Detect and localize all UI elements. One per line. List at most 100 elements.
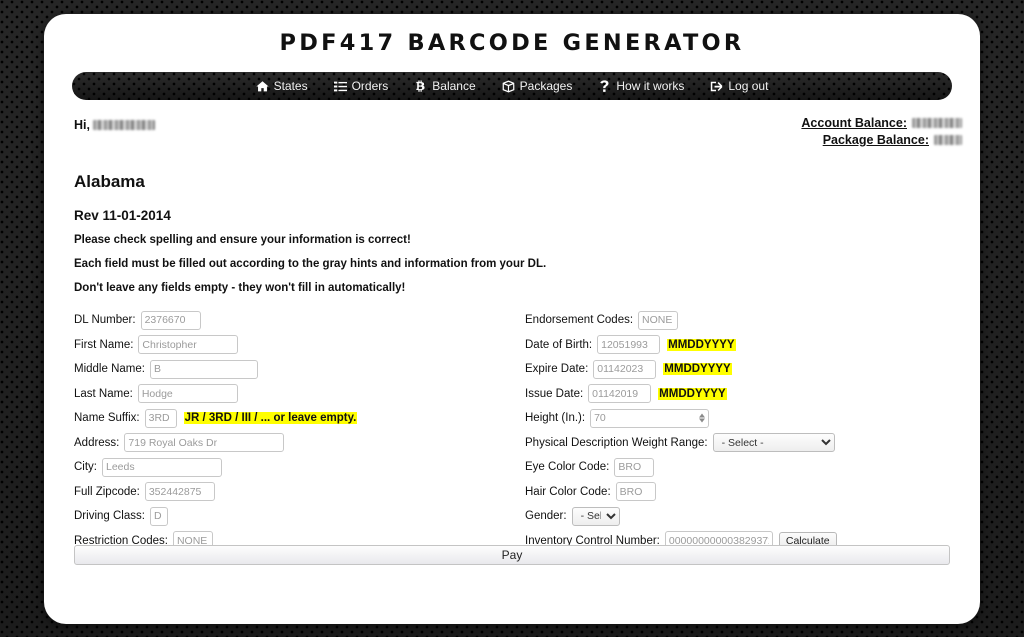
field-city: City:	[74, 455, 514, 479]
field-middle-name: Middle Name:	[74, 357, 514, 381]
nav-item-states-label: States	[273, 79, 308, 93]
greeting-text: Hi,	[74, 118, 90, 132]
full-zipcode-input[interactable]	[144, 482, 215, 501]
nav-item-log-out[interactable]: Log out	[710, 79, 768, 93]
height-input[interactable]	[590, 408, 710, 428]
field-weight-range: Physical Description Weight Range: - Sel…	[525, 431, 965, 455]
stepper-down-icon[interactable]	[699, 418, 706, 423]
driving-class-input[interactable]	[149, 506, 168, 526]
field-gender-label: Gender:	[525, 510, 567, 522]
field-first-name-label: First Name:	[74, 338, 134, 351]
field-dl-number-label: DL Number:	[74, 314, 136, 326]
gender-select[interactable]: - Select -	[571, 506, 620, 526]
field-dl-number: DL Number:	[74, 308, 514, 332]
package-balance-row[interactable]: Package Balance:	[801, 133, 962, 147]
middle-name-input[interactable]	[149, 359, 258, 379]
height-stepper[interactable]	[699, 413, 706, 423]
eye-color-code-input[interactable]	[614, 457, 655, 477]
nav-item-log-out-label: Log out	[728, 79, 769, 93]
first-name-input[interactable]	[138, 335, 239, 354]
nav-item-orders-label: Orders	[351, 79, 389, 93]
weight-range-select[interactable]: - Select -	[712, 433, 835, 452]
main-navigation: States Orders Balance Packages How it wo	[72, 72, 952, 100]
date-of-birth-hint: MMDDYYYY	[667, 338, 736, 351]
field-eye-color-code: Eye Color Code:	[525, 455, 965, 479]
notice-check-spelling: Please check spelling and ensure your in…	[74, 234, 411, 246]
home-icon	[255, 80, 269, 93]
dl-number-input[interactable]	[140, 310, 201, 330]
field-eye-color-code-label: Eye Color Code:	[525, 461, 610, 473]
expire-date-input[interactable]	[593, 359, 657, 379]
last-name-input[interactable]	[137, 384, 238, 403]
page-title: PDF417 BARCODE GENERATOR	[279, 31, 745, 56]
field-date-of-birth-label: Date of Birth:	[525, 338, 593, 351]
nav-item-orders[interactable]: Orders	[333, 79, 389, 93]
address-input[interactable]	[124, 433, 285, 452]
nav-item-packages-label: Packages	[519, 79, 573, 93]
box-icon	[502, 79, 515, 93]
account-balance-value-redacted	[912, 118, 962, 128]
field-driving-class: Driving Class:	[74, 504, 514, 528]
field-endorsement-codes: Endorsement Codes:	[525, 308, 965, 332]
state-heading: Alabama	[74, 172, 145, 191]
field-issue-date-label: Issue Date:	[525, 387, 584, 400]
date-of-birth-input[interactable]	[597, 335, 661, 354]
list-icon	[333, 80, 347, 93]
sign-out-icon	[710, 80, 723, 93]
field-hair-color-code: Hair Color Code:	[525, 480, 965, 504]
page-card: PDF417 BARCODE GENERATOR States Orders B…	[44, 14, 980, 624]
name-suffix-hint: JR / 3RD / III / ... or leave empty.	[183, 412, 358, 424]
balances: Account Balance: Package Balance:	[801, 116, 962, 150]
greeting: Hi,	[74, 118, 155, 132]
field-height-label: Height (In.):	[525, 412, 586, 424]
field-full-zipcode: Full Zipcode:	[74, 480, 514, 504]
field-last-name: Last Name:	[74, 382, 514, 406]
account-balance-label: Account Balance:	[801, 116, 907, 130]
pay-button[interactable]: Pay	[74, 545, 950, 565]
field-full-zipcode-label: Full Zipcode:	[74, 485, 140, 498]
form-column-right: Endorsement Codes: Date of Birth: MMDDYY…	[525, 308, 965, 553]
field-name-suffix: Name Suffix: JR / 3RD / III / ... or lea…	[74, 406, 514, 430]
hair-color-code-input[interactable]	[615, 482, 656, 501]
field-last-name-label: Last Name:	[74, 387, 133, 400]
nav-item-how-it-works[interactable]: How it works	[598, 79, 684, 93]
form-column-left: DL Number: First Name: Middle Name: Last…	[74, 308, 514, 553]
field-gender: Gender: - Select -	[525, 504, 965, 528]
nav-item-states[interactable]: States	[255, 79, 308, 93]
name-suffix-input[interactable]	[144, 408, 177, 428]
account-balance-row[interactable]: Account Balance:	[801, 116, 962, 130]
field-expire-date: Expire Date: MMDDYYYY	[525, 357, 965, 381]
field-issue-date: Issue Date: MMDDYYYY	[525, 382, 965, 406]
field-hair-color-code-label: Hair Color Code:	[525, 485, 611, 498]
endorsement-codes-input[interactable]	[638, 310, 679, 330]
height-input-wrapper	[590, 408, 710, 428]
field-name-suffix-label: Name Suffix:	[74, 412, 140, 424]
field-city-label: City:	[74, 461, 97, 473]
field-address-label: Address:	[74, 436, 120, 449]
notice-no-empty-fields: Don't leave any fields empty - they won'…	[74, 282, 406, 294]
nav-item-packages[interactable]: Packages	[502, 79, 573, 93]
package-balance-value-redacted	[934, 135, 962, 145]
username-redacted	[92, 120, 155, 130]
field-height: Height (In.):	[525, 406, 965, 430]
nav-item-balance[interactable]: Balance	[414, 79, 476, 93]
field-middle-name-label: Middle Name:	[74, 363, 145, 375]
field-endorsement-codes-label: Endorsement Codes:	[525, 314, 634, 326]
field-driving-class-label: Driving Class:	[74, 510, 145, 522]
issue-date-input[interactable]	[588, 384, 652, 403]
issue-date-hint: MMDDYYYY	[658, 387, 727, 400]
field-address: Address:	[74, 431, 514, 455]
field-date-of-birth: Date of Birth: MMDDYYYY	[525, 333, 965, 357]
question-icon	[598, 79, 611, 93]
revision-heading: Rev 11-01-2014	[74, 208, 171, 223]
field-first-name: First Name:	[74, 333, 514, 357]
notice-gray-hints: Each field must be filled out according …	[74, 258, 547, 270]
bitcoin-icon	[414, 79, 427, 93]
field-expire-date-label: Expire Date:	[525, 363, 589, 375]
nav-item-balance-label: Balance	[432, 79, 476, 93]
nav-item-how-it-works-label: How it works	[616, 79, 685, 93]
expire-date-hint: MMDDYYYY	[663, 363, 732, 375]
field-weight-range-label: Physical Description Weight Range:	[525, 436, 708, 449]
city-input[interactable]	[102, 457, 222, 477]
stepper-up-icon[interactable]	[699, 413, 706, 418]
